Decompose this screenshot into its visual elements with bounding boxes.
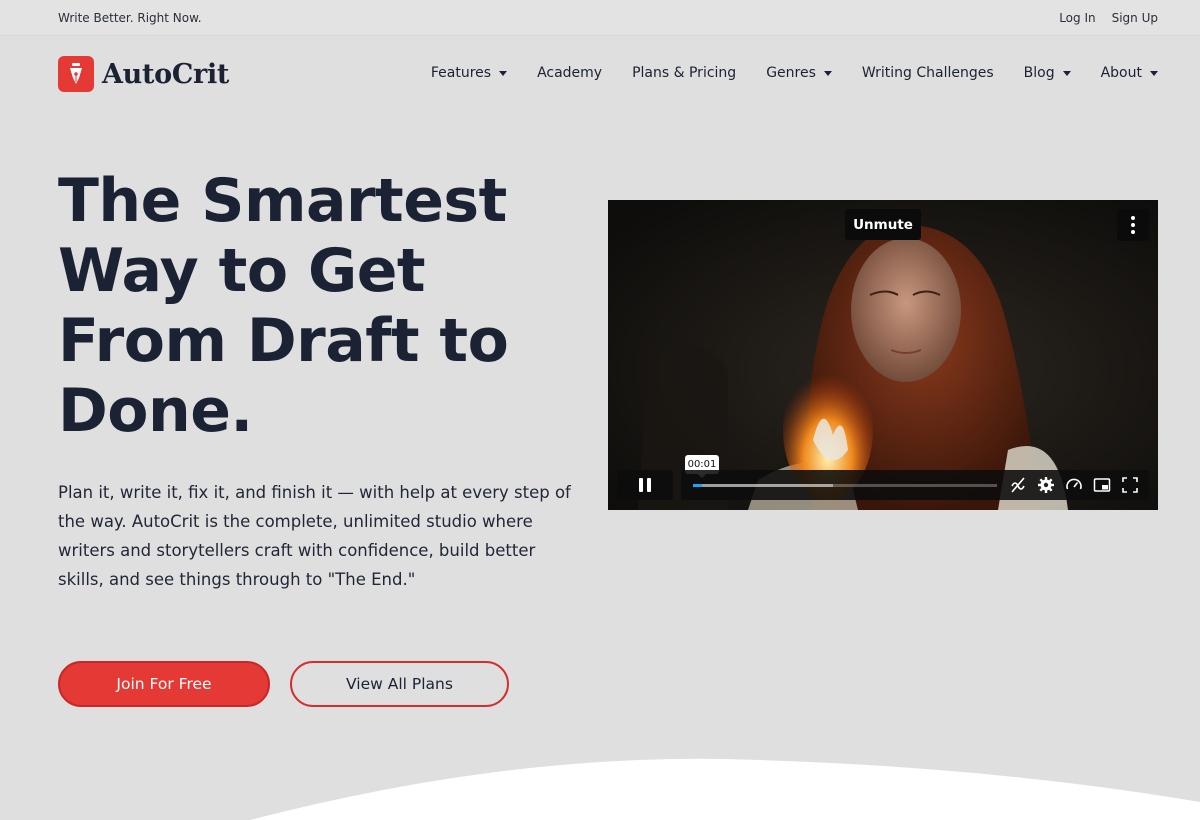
auth-links: Log In Sign Up bbox=[1059, 11, 1158, 25]
hero-title-line: From Draft to bbox=[58, 306, 509, 376]
settings-gear-icon[interactable] bbox=[1037, 476, 1055, 494]
fullscreen-icon[interactable] bbox=[1121, 476, 1139, 494]
view-all-plans-button[interactable]: View All Plans bbox=[290, 661, 509, 707]
caret-down-icon bbox=[499, 71, 508, 76]
nav-item-features[interactable]: Features bbox=[430, 65, 508, 81]
hero-title-line: The Smartest bbox=[58, 166, 507, 236]
nav-item-label: About bbox=[1100, 65, 1142, 81]
video-control-bar bbox=[681, 470, 1149, 500]
speed-gauge-icon[interactable] bbox=[1065, 476, 1083, 494]
progress-bar[interactable] bbox=[693, 484, 997, 487]
nav-menu: Features Academy Plans & Pricing Genres … bbox=[431, 65, 1158, 81]
nav-item-blog[interactable]: Blog bbox=[1024, 65, 1071, 81]
caret-down-icon bbox=[1062, 71, 1071, 76]
signup-link[interactable]: Sign Up bbox=[1112, 11, 1158, 25]
nav-item-label: Features bbox=[430, 65, 492, 81]
hero-title: The Smartest Way to Get From Draft to Do… bbox=[58, 166, 578, 446]
main-nav: AutoCrit Features Academy Plans & Pricin… bbox=[0, 36, 1200, 112]
nav-item-label: Blog bbox=[1023, 65, 1055, 81]
picture-in-picture-icon[interactable] bbox=[1093, 476, 1111, 494]
control-icons bbox=[1009, 476, 1139, 494]
login-link[interactable]: Log In bbox=[1059, 11, 1095, 25]
pause-button[interactable] bbox=[617, 470, 673, 500]
nav-item-label: Plans & Pricing bbox=[632, 65, 737, 81]
video-player[interactable]: Unmute 00:01 bbox=[608, 200, 1158, 510]
hero-description: Plan it, write it, fix it, and finish it… bbox=[58, 483, 571, 589]
hero-title-line: Done. bbox=[58, 376, 253, 446]
brand-name: AutoCrit bbox=[102, 58, 230, 90]
unmute-button[interactable]: Unmute bbox=[845, 209, 921, 240]
fountain-pen-nib-icon bbox=[58, 56, 94, 92]
nav-item-genres[interactable]: Genres bbox=[766, 65, 832, 81]
tagline: Write Better. Right Now. bbox=[58, 11, 202, 25]
top-bar: Write Better. Right Now. Log In Sign Up bbox=[0, 0, 1200, 36]
decorative-wave bbox=[250, 758, 1200, 820]
caret-down-icon bbox=[823, 71, 832, 76]
captions-off-icon[interactable] bbox=[1009, 476, 1027, 494]
more-options-icon[interactable] bbox=[1117, 209, 1149, 241]
join-for-free-button[interactable]: Join For Free bbox=[58, 661, 270, 707]
caret-down-icon bbox=[1150, 71, 1158, 76]
nav-item-label: Writing Challenges bbox=[861, 65, 994, 81]
nav-item-academy[interactable]: Academy bbox=[537, 65, 602, 81]
nav-item-writing-challenges[interactable]: Writing Challenges bbox=[862, 65, 994, 81]
played-bar bbox=[693, 484, 703, 487]
hero-title-line: Way to Get bbox=[58, 236, 426, 306]
nav-item-label: Genres bbox=[766, 65, 816, 81]
logo[interactable]: AutoCrit bbox=[58, 56, 229, 92]
nav-item-label: Academy bbox=[537, 65, 603, 81]
buffered-bar bbox=[693, 484, 833, 487]
nav-item-about[interactable]: About bbox=[1101, 65, 1158, 81]
nav-item-plans-pricing[interactable]: Plans & Pricing bbox=[632, 65, 736, 81]
pause-icon bbox=[639, 478, 643, 492]
